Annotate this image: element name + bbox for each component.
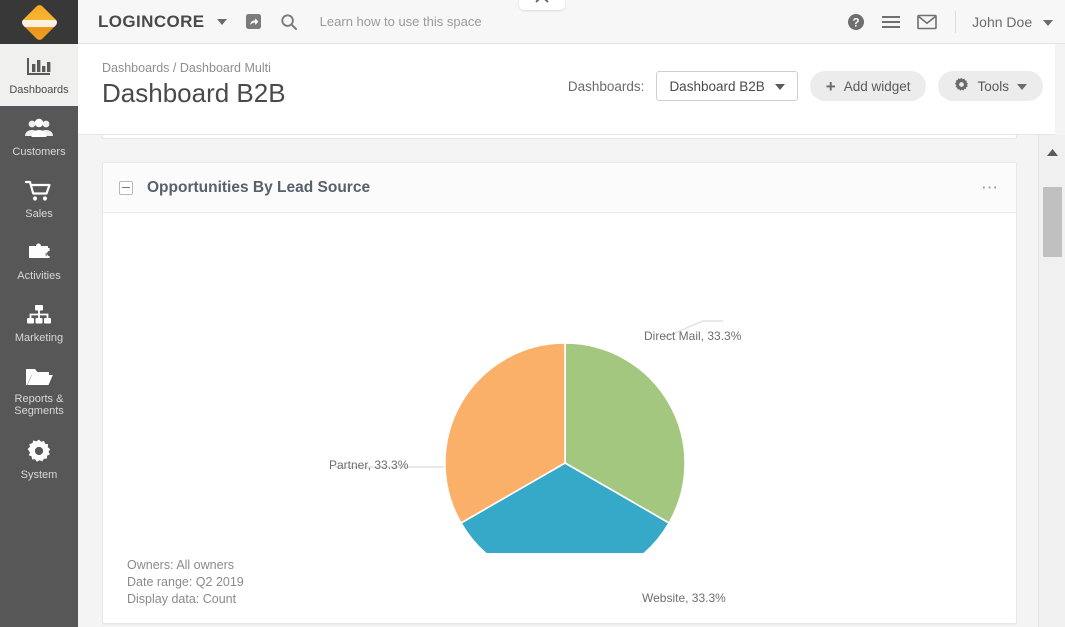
bar-chart-icon [25, 55, 53, 79]
dashboard-select-value: Dashboard B2B [669, 78, 765, 94]
sidebar-item-dashboards[interactable]: Dashboards [0, 44, 78, 106]
envelope-icon[interactable] [917, 14, 937, 30]
shopping-cart-icon [25, 179, 53, 203]
pie-chart-svg [335, 320, 723, 599]
sidebar-item-marketing[interactable]: Marketing [0, 292, 78, 354]
panel-pull-tab[interactable] [519, 0, 565, 10]
people-icon [24, 117, 54, 141]
top-bar: LOGINCORE Learn how to use this space ? [78, 0, 1065, 44]
breadcrumb-root[interactable]: Dashboards [102, 61, 169, 75]
gear-icon [954, 77, 969, 95]
sidebar: Dashboards Customers Sales Activities Ma… [0, 0, 78, 627]
plus-icon: + [825, 76, 836, 96]
pie-label-partner: Partner, 33.3% [329, 458, 409, 472]
sidebar-item-label: Activities [17, 270, 61, 282]
page-header: Dashboards / Dashboard Multi Dashboard B… [78, 44, 1055, 135]
sitemap-icon [25, 303, 53, 327]
chevron-down-icon [216, 19, 227, 26]
dashboard-toolbar: Dashboards: Dashboard B2B + Add widget T… [568, 71, 1043, 101]
page-title: Dashboard B2B [102, 78, 286, 108]
meta-owners: Owners: All owners [127, 558, 234, 572]
widget-body: Direct Mail, 33.3% Partner, 33.3% Websit… [103, 213, 1016, 624]
widget-header: Opportunities By Lead Source ⋯ [103, 163, 1016, 213]
pie-chart: Direct Mail, 33.3% Partner, 33.3% Websit… [103, 213, 1018, 605]
pie-label-direct-mail: Direct Mail, 33.3% [644, 329, 742, 343]
sidebar-item-label: Customers [12, 146, 66, 158]
tools-label: Tools [977, 78, 1009, 94]
space-hint-text: Learn how to use this space [319, 14, 482, 29]
dashboard-content: Opportunities By Lead Source ⋯ Direct Ma… [78, 135, 1038, 627]
chevron-down-icon [774, 79, 785, 94]
dashboards-select-label: Dashboards: [567, 78, 645, 94]
sidebar-item-reports-segments[interactable]: Reports & Segments [0, 354, 78, 427]
widget-opportunities-by-lead-source: Opportunities By Lead Source ⋯ Direct Ma… [102, 162, 1017, 624]
add-widget-button[interactable]: + Add widget [809, 71, 927, 101]
top-bar-right: ? John Doe [831, 10, 1065, 33]
pie-label-website: Website, 33.3% [642, 591, 726, 605]
sidebar-item-label: Sales [25, 208, 53, 220]
puzzle-piece-icon [25, 241, 53, 265]
widget-above-partial [102, 135, 1017, 139]
sidebar-item-customers[interactable]: Customers [0, 106, 78, 168]
sidebar-item-system[interactable]: System [0, 427, 78, 491]
chevron-down-icon [1017, 79, 1027, 94]
scroll-up-arrow-icon[interactable] [1039, 143, 1065, 161]
hamburger-menu-icon[interactable] [881, 14, 901, 30]
brand-menu[interactable]: LOGINCORE [98, 12, 227, 32]
divider [955, 10, 957, 33]
breadcrumb-current: Dashboard Multi [179, 61, 271, 75]
widget-title: Opportunities By Lead Source [147, 178, 371, 196]
user-menu[interactable]: John Doe [972, 14, 1053, 30]
search-icon[interactable] [280, 13, 298, 31]
chevron-up-icon [535, 0, 549, 8]
vertical-scrollbar[interactable] [1038, 135, 1065, 627]
breadcrumb-separator: / [169, 61, 180, 75]
widget-meta: Owners: All owners Date range: Q2 2019 D… [127, 557, 244, 608]
ellipsis-icon[interactable]: ⋯ [981, 179, 1000, 196]
add-widget-label: Add widget [843, 78, 911, 94]
brand-label: LOGINCORE [98, 11, 205, 31]
external-link-icon[interactable] [245, 13, 262, 30]
scroll-thumb[interactable] [1043, 187, 1062, 257]
breadcrumb: Dashboards / Dashboard Multi [102, 61, 271, 75]
meta-display-data: Display data: Count [127, 592, 237, 606]
sidebar-item-sales[interactable]: Sales [0, 168, 78, 230]
app-logo[interactable] [0, 0, 78, 44]
tools-button[interactable]: Tools [938, 71, 1043, 101]
meta-date-range: Date range: Q2 2019 [127, 575, 244, 589]
dashboard-select[interactable]: Dashboard B2B [656, 71, 798, 101]
gear-icon [26, 438, 52, 464]
diamond-logo-icon [19, 2, 59, 42]
user-name: John Doe [972, 13, 1033, 30]
sidebar-item-label: Reports & Segments [14, 393, 64, 417]
collapse-minus-icon[interactable] [119, 180, 133, 195]
help-circle-icon[interactable]: ? [847, 13, 865, 31]
sidebar-item-activities[interactable]: Activities [0, 230, 78, 292]
sidebar-item-label: System [20, 469, 58, 481]
sidebar-item-label: Marketing [14, 332, 64, 344]
folder-open-icon [25, 365, 53, 388]
app-window: Dashboards Customers Sales Activities Ma… [0, 0, 1065, 627]
svg-text:?: ? [853, 17, 860, 29]
sidebar-item-label: Dashboards [9, 84, 69, 96]
chevron-down-icon [1043, 19, 1053, 26]
